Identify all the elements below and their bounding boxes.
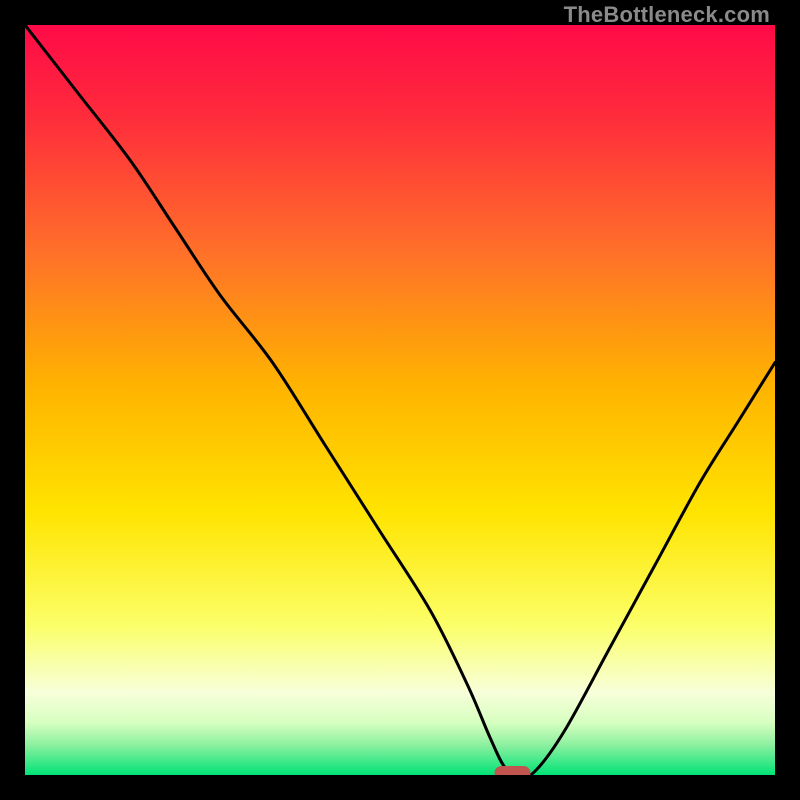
bottleneck-chart	[25, 25, 775, 775]
minimum-marker	[495, 766, 531, 775]
gradient-background	[25, 25, 775, 775]
chart-frame: TheBottleneck.com	[0, 0, 800, 800]
plot-area	[25, 25, 775, 775]
